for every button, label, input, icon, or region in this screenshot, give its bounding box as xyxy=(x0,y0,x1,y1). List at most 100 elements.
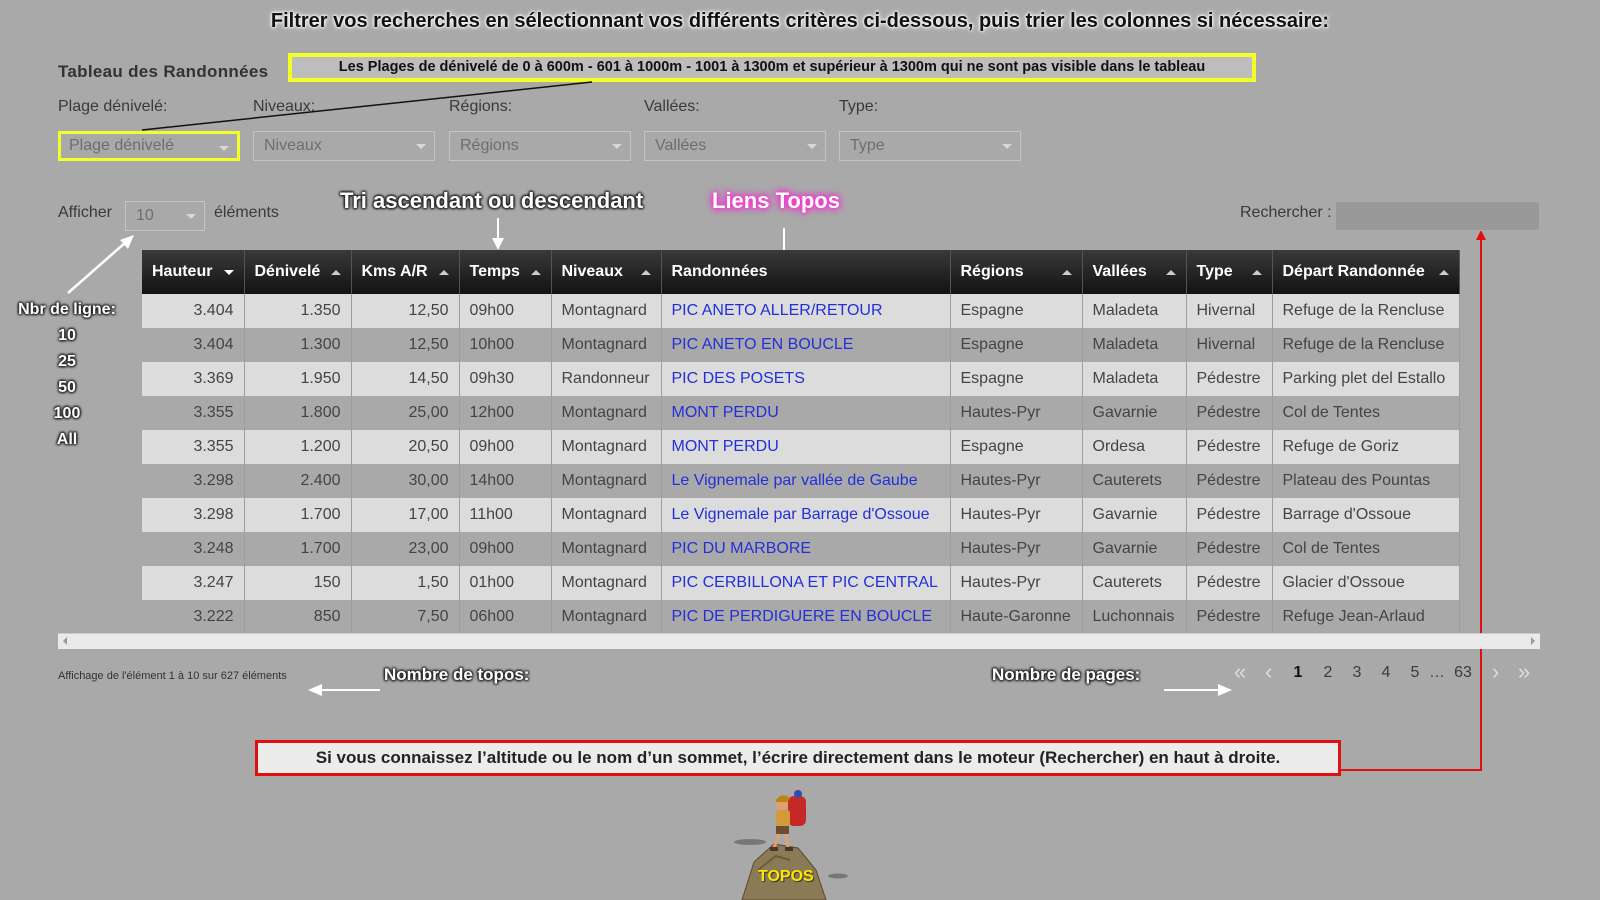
table-cell: 2.400 xyxy=(244,464,352,498)
column-header-niveaux[interactable]: Niveaux xyxy=(551,250,662,294)
select-plage-denivele[interactable]: Plage dénivelé xyxy=(58,131,240,161)
table-cell: Pédestre xyxy=(1186,396,1273,430)
table-cell: Gavarnie xyxy=(1082,498,1187,532)
table-cell: 3.298 xyxy=(142,464,245,498)
column-header-type[interactable]: Type xyxy=(1186,250,1273,294)
table-cell: Gavarnie xyxy=(1082,396,1187,430)
topo-link[interactable]: MONT PERDU xyxy=(672,404,779,421)
table-cell-randonnee: MONT PERDU xyxy=(661,396,951,430)
nbr-ligne-title: Nbr de ligne: xyxy=(18,301,116,318)
table-cell: Refuge Jean-Arlaud xyxy=(1272,600,1460,634)
topo-link[interactable]: PIC DES POSETS xyxy=(672,370,805,387)
table-cell: 12,50 xyxy=(351,328,460,362)
table-row: 3.369 1.950 14,50 09h30 Randonneur PIC DES PO… xyxy=(142,362,1460,396)
table-cell: Barrage d'Ossoue xyxy=(1272,498,1460,532)
table-cell: Hivernal xyxy=(1186,294,1273,328)
table-cell: 25,00 xyxy=(351,396,460,430)
page-button-last[interactable]: 63 xyxy=(1448,664,1478,682)
page-button[interactable]: 2 xyxy=(1316,664,1340,682)
table-row: 3.248 1.700 23,00 09h00 Montagnard PIC DU MAR… xyxy=(142,532,1460,566)
table-row: 3.355 1.800 25,00 12h00 Montagnard MONT PERDU… xyxy=(142,396,1460,430)
column-header-regions[interactable]: Régions xyxy=(950,250,1083,294)
first-page-icon[interactable]: « xyxy=(1234,659,1246,685)
note-callout-line xyxy=(141,81,593,131)
table-cell: Refuge de la Rencluse xyxy=(1272,294,1460,328)
pages-arrow-head xyxy=(1218,684,1232,696)
filter-label-vallees: Vallées: xyxy=(644,98,700,115)
table-cell: Pédestre xyxy=(1186,566,1273,600)
table-cell: Plateau des Pountas xyxy=(1272,464,1460,498)
sort-asc-icon xyxy=(1251,270,1262,275)
column-header-temps[interactable]: Temps xyxy=(459,250,552,294)
topo-link[interactable]: MONT PERDU xyxy=(672,438,779,455)
length-select[interactable]: 10 xyxy=(125,201,205,231)
table-cell: Glacier d'Ossoue xyxy=(1272,566,1460,600)
search-input[interactable] xyxy=(1335,201,1540,231)
sort-asc-icon xyxy=(1061,270,1072,275)
table-cell: 1.700 xyxy=(244,532,352,566)
page-button-current[interactable]: 1 xyxy=(1286,664,1310,682)
topo-link[interactable]: PIC DU MARBORE xyxy=(672,540,812,557)
table-cell: Hautes-Pyr xyxy=(950,464,1083,498)
topo-link[interactable]: PIC CERBILLONA ET PIC CENTRAL xyxy=(672,574,938,591)
column-header-denivele[interactable]: Dénivelé xyxy=(244,250,352,294)
select-type[interactable]: Type xyxy=(839,131,1021,161)
table-cell: 12h00 xyxy=(459,396,552,430)
topo-link[interactable]: PIC ANETO ALLER/RETOUR xyxy=(672,302,883,319)
column-header-hauteur[interactable]: Hauteur xyxy=(142,250,245,294)
search-label: Rechercher : xyxy=(1240,204,1332,221)
topo-link[interactable]: Le Vignemale par Barrage d'Ossoue xyxy=(672,506,930,523)
last-page-icon[interactable]: » xyxy=(1518,659,1530,685)
table-cell: Montagnard xyxy=(551,498,662,532)
table-cell: 1.300 xyxy=(244,328,352,362)
topo-link[interactable]: Le Vignemale par vallée de Gaube xyxy=(672,472,918,489)
table-cell: Col de Tentes xyxy=(1272,396,1460,430)
table-cell: 3.222 xyxy=(142,600,245,634)
length-arrow xyxy=(67,241,127,294)
column-header-randonnees[interactable]: Randonnées xyxy=(661,250,951,294)
tri-arrow-head xyxy=(492,238,504,250)
scroll-right-icon[interactable] xyxy=(1531,637,1535,645)
column-header-label: Départ Randonnée xyxy=(1282,263,1425,280)
next-page-icon[interactable]: › xyxy=(1492,659,1499,685)
topo-link[interactable]: PIC ANETO EN BOUCLE xyxy=(672,336,854,353)
sort-desc-icon xyxy=(223,270,234,275)
topo-link[interactable]: PIC DE PERDIGUERE EN BOUCLE xyxy=(672,608,933,625)
page-button[interactable]: 3 xyxy=(1345,664,1369,682)
scroll-left-icon[interactable] xyxy=(63,637,67,645)
page-button[interactable]: 4 xyxy=(1374,664,1398,682)
column-header-vallees[interactable]: Vallées xyxy=(1082,250,1187,294)
horizontal-scrollbar[interactable] xyxy=(58,633,1540,649)
nbr-ligne-option: 50 xyxy=(58,379,76,396)
select-vallees[interactable]: Vallées xyxy=(644,131,826,161)
column-header-kms[interactable]: Kms A/R xyxy=(351,250,460,294)
table-cell: 3.248 xyxy=(142,532,245,566)
chevron-down-icon xyxy=(1002,144,1012,149)
table-cell: Ordesa xyxy=(1082,430,1187,464)
sort-asc-icon xyxy=(1438,270,1449,275)
column-header-depart[interactable]: Départ Randonnée xyxy=(1272,250,1460,294)
table-cell: 3.355 xyxy=(142,430,245,464)
table-cell: Cauterets xyxy=(1082,464,1187,498)
length-suffix: éléments xyxy=(214,204,279,221)
table-cell: Hautes-Pyr xyxy=(950,498,1083,532)
table-cell: 3.404 xyxy=(142,328,245,362)
filter-label-regions: Régions: xyxy=(449,98,513,115)
logo-leg xyxy=(784,833,790,849)
sort-asc-icon xyxy=(1165,270,1176,275)
page-button[interactable]: 5 xyxy=(1403,664,1427,682)
hikes-table: Hauteur Dénivelé Kms A/R Temps Niveaux R… xyxy=(142,250,1460,634)
table-cell: Montagnard xyxy=(551,600,662,634)
select-niveaux[interactable]: Niveaux xyxy=(253,131,435,161)
select-regions[interactable]: Régions xyxy=(449,131,631,161)
table-cell: Hautes-Pyr xyxy=(950,532,1083,566)
table-row: 3.404 1.300 12,50 10h00 Montagnard PIC ANETO … xyxy=(142,328,1460,362)
table-cell: Refuge de Goriz xyxy=(1272,430,1460,464)
prev-page-icon[interactable]: ‹ xyxy=(1265,659,1272,685)
length-value: 10 xyxy=(136,207,154,224)
select-regions-value: Régions xyxy=(460,137,519,154)
select-plage-value: Plage dénivelé xyxy=(69,137,174,154)
table-cell: 14,50 xyxy=(351,362,460,396)
select-vallees-value: Vallées xyxy=(655,137,707,154)
table-header-row: Hauteur Dénivelé Kms A/R Temps Niveaux R… xyxy=(142,250,1460,294)
